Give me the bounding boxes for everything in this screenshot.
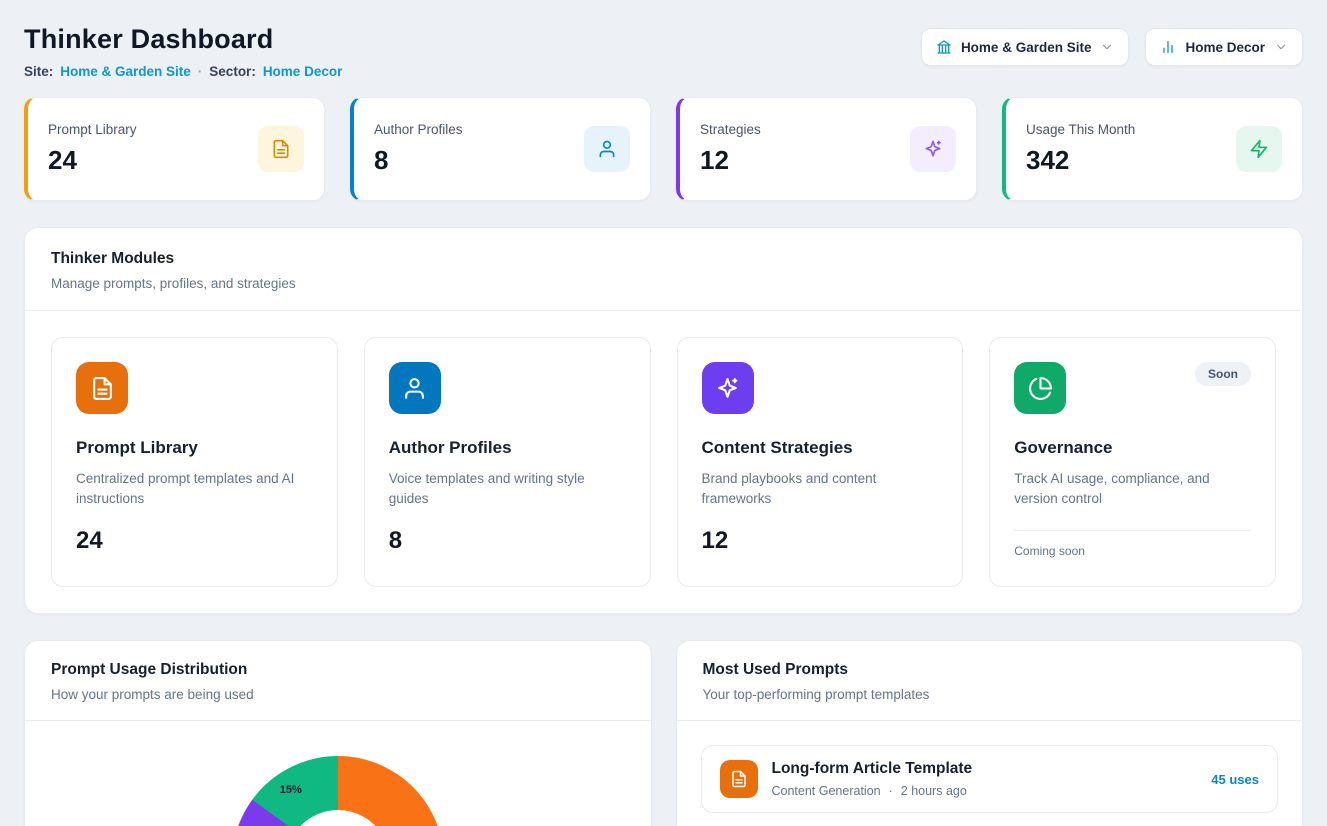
prompt-usage-panel: Prompt Usage Distribution How your promp… xyxy=(24,640,652,826)
file-text-icon xyxy=(258,126,304,172)
stat-label: Usage This Month xyxy=(1026,122,1135,137)
stat-value: 24 xyxy=(48,145,137,176)
sparkle-star-icon xyxy=(910,126,956,172)
page-title: Thinker Dashboard xyxy=(24,24,342,55)
stat-value: 8 xyxy=(374,145,463,176)
module-description: Track AI usage, compliance, and version … xyxy=(1014,469,1251,510)
bottom-panels: Prompt Usage Distribution How your promp… xyxy=(24,640,1303,826)
module-card-content-strategies[interactable]: Content Strategies Brand playbooks and c… xyxy=(677,337,964,587)
stat-card-strategies: Strategies 12 xyxy=(676,97,977,201)
stat-label: Strategies xyxy=(700,122,761,137)
prompts-panel-subtitle: Your top-performing prompt templates xyxy=(703,687,1277,702)
prompt-list-item[interactable]: Long-form Article Template Content Gener… xyxy=(701,745,1279,813)
stat-info: Author Profiles 8 xyxy=(374,122,463,176)
module-title: Content Strategies xyxy=(702,438,939,458)
pie-chart-icon xyxy=(1014,362,1066,414)
module-count: 24 xyxy=(76,527,313,555)
soon-badge: Soon xyxy=(1195,362,1251,386)
prompt-item-time: 2 hours ago xyxy=(901,784,967,798)
bar-chart-icon xyxy=(1160,39,1176,55)
prompt-item-title: Long-form Article Template xyxy=(772,760,1198,778)
stat-value: 12 xyxy=(700,145,761,176)
stat-value: 342 xyxy=(1026,145,1135,176)
usage-panel-subtitle: How your prompts are being used xyxy=(51,687,625,702)
module-card-author-profiles[interactable]: Author Profiles Voice templates and writ… xyxy=(364,337,651,587)
usage-panel-header: Prompt Usage Distribution How your promp… xyxy=(25,641,651,721)
coming-soon-note: Coming soon xyxy=(1014,544,1251,558)
divider xyxy=(1014,530,1251,531)
stat-card-prompt-library: Prompt Library 24 xyxy=(24,97,325,201)
modules-section-title: Thinker Modules xyxy=(51,250,1276,268)
module-top xyxy=(702,362,939,414)
prompt-item-category: Content Generation xyxy=(772,784,881,798)
modules-section-header: Thinker Modules Manage prompts, profiles… xyxy=(25,228,1302,311)
stat-label: Author Profiles xyxy=(374,122,463,137)
lightning-icon xyxy=(1236,126,1282,172)
sector-selector-label: Home Decor xyxy=(1185,40,1265,55)
topbar: Thinker Dashboard Site: Home & Garden Si… xyxy=(24,24,1303,79)
prompts-panel-header: Most Used Prompts Your top-performing pr… xyxy=(677,641,1303,721)
stat-label: Prompt Library xyxy=(48,122,137,137)
site-link[interactable]: Home & Garden Site xyxy=(60,64,191,79)
stat-info: Strategies 12 xyxy=(700,122,761,176)
stat-info: Usage This Month 342 xyxy=(1026,122,1135,176)
meta-separator: · xyxy=(889,784,893,798)
module-count: 12 xyxy=(702,527,939,555)
sector-label: Sector: xyxy=(209,64,256,79)
modules-grid: Prompt Library Centralized prompt templa… xyxy=(25,311,1302,613)
stat-card-author-profiles: Author Profiles 8 xyxy=(350,97,651,201)
most-used-prompts-panel: Most Used Prompts Your top-performing pr… xyxy=(676,640,1304,826)
sparkle-star-icon xyxy=(702,362,754,414)
module-description: Voice templates and writing style guides xyxy=(389,469,626,510)
module-description: Centralized prompt templates and AI inst… xyxy=(76,469,313,510)
module-card-prompt-library[interactable]: Prompt Library Centralized prompt templa… xyxy=(51,337,338,587)
thinker-modules-section: Thinker Modules Manage prompts, profiles… xyxy=(24,227,1303,614)
prompt-item-main: Long-form Article Template Content Gener… xyxy=(772,760,1198,798)
module-description: Brand playbooks and content frameworks xyxy=(702,469,939,510)
donut-chart-wrap: 15% xyxy=(232,756,444,826)
module-title: Governance xyxy=(1014,438,1251,458)
module-title: Prompt Library xyxy=(76,438,313,458)
sector-selector-dropdown[interactable]: Home Decor xyxy=(1145,28,1303,66)
module-top: Soon xyxy=(1014,362,1251,414)
donut-segment-label: 15% xyxy=(280,784,302,796)
prompt-item-uses: 45 uses xyxy=(1211,772,1259,787)
usage-panel-title: Prompt Usage Distribution xyxy=(51,661,625,679)
prompt-list: Long-form Article Template Content Gener… xyxy=(677,721,1303,826)
dashboard-page: Thinker Dashboard Site: Home & Garden Si… xyxy=(0,0,1327,826)
stats-row: Prompt Library 24 Author Profiles 8 Stra… xyxy=(24,97,1303,201)
stat-info: Prompt Library 24 xyxy=(48,122,137,176)
chevron-down-icon xyxy=(1100,40,1114,54)
meta-separator: · xyxy=(198,64,203,79)
stat-card-usage: Usage This Month 342 xyxy=(1002,97,1303,201)
site-selector-dropdown[interactable]: Home & Garden Site xyxy=(921,28,1130,66)
user-icon xyxy=(584,126,630,172)
user-icon xyxy=(389,362,441,414)
chevron-down-icon xyxy=(1274,40,1288,54)
modules-section-subtitle: Manage prompts, profiles, and strategies xyxy=(51,276,1276,291)
module-title: Author Profiles xyxy=(389,438,626,458)
file-text-icon xyxy=(720,760,758,798)
module-card-governance[interactable]: Soon Governance Track AI usage, complian… xyxy=(989,337,1276,587)
file-text-icon xyxy=(76,362,128,414)
site-selector-label: Home & Garden Site xyxy=(961,40,1092,55)
sector-link[interactable]: Home Decor xyxy=(263,64,343,79)
header-selectors: Home & Garden Site Home Decor xyxy=(921,28,1303,66)
prompt-item-meta: Content Generation · 2 hours ago xyxy=(772,784,1198,798)
breadcrumb: Site: Home & Garden Site · Sector: Home … xyxy=(24,64,342,79)
building-icon xyxy=(936,39,952,55)
module-top xyxy=(389,362,626,414)
prompts-panel-title: Most Used Prompts xyxy=(703,661,1277,679)
title-block: Thinker Dashboard Site: Home & Garden Si… xyxy=(24,24,342,79)
module-top xyxy=(76,362,313,414)
site-label: Site: xyxy=(24,64,53,79)
module-count: 8 xyxy=(389,527,626,555)
